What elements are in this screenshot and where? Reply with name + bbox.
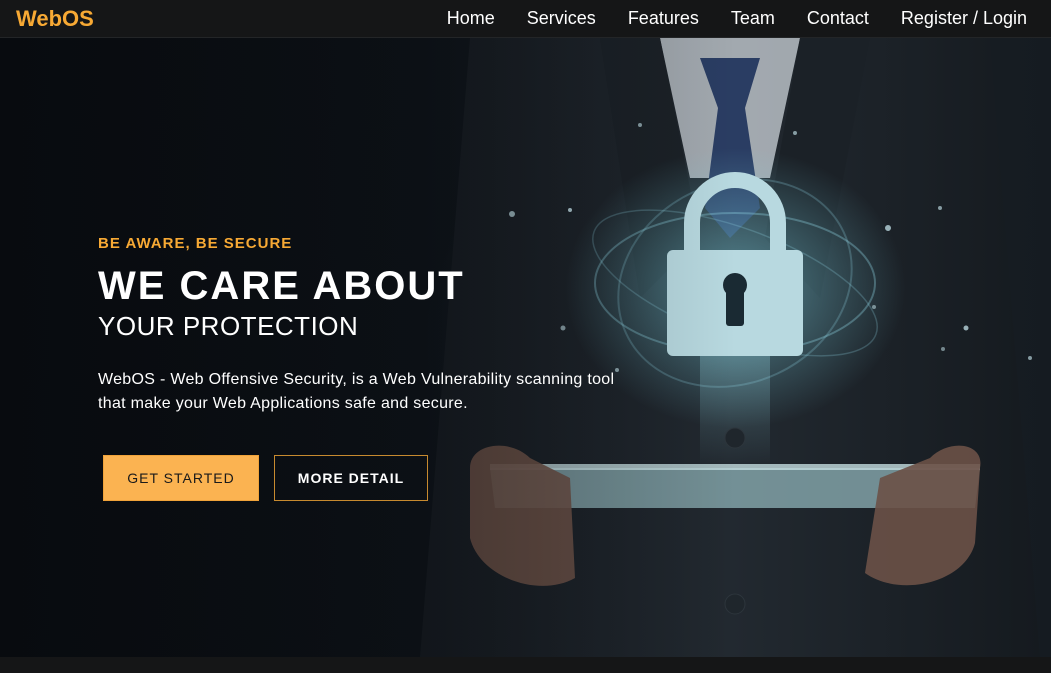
hero-subheadline: YOUR PROTECTION <box>98 311 359 341</box>
main-nav: Home Services Features Team Contact Regi… <box>447 8 1027 29</box>
navbar: WebOS Home Services Features Team Contac… <box>0 0 1051 38</box>
get-started-button[interactable]: GET STARTED <box>103 455 259 501</box>
nav-item-features[interactable]: Features <box>628 8 699 29</box>
hero-description: WebOS - Web Offensive Security, is a Web… <box>98 371 615 412</box>
hero-section: BE AWARE, BE SECURE WE CARE ABOUT YOUR P… <box>0 38 1051 657</box>
nav-item-home[interactable]: Home <box>447 8 495 29</box>
nav-item-register-login[interactable]: Register / Login <box>901 8 1027 29</box>
nav-item-team[interactable]: Team <box>731 8 775 29</box>
hero-overlay <box>0 38 1051 657</box>
hero-eyebrow: BE AWARE, BE SECURE <box>98 235 293 252</box>
brand-logo[interactable]: WebOS <box>16 6 94 32</box>
nav-item-services[interactable]: Services <box>527 8 596 29</box>
nav-item-contact[interactable]: Contact <box>807 8 869 29</box>
more-detail-button[interactable]: MORE DETAIL <box>274 455 428 501</box>
bottom-bar <box>0 657 1051 673</box>
hero-headline: WE CARE ABOUT <box>98 264 465 308</box>
